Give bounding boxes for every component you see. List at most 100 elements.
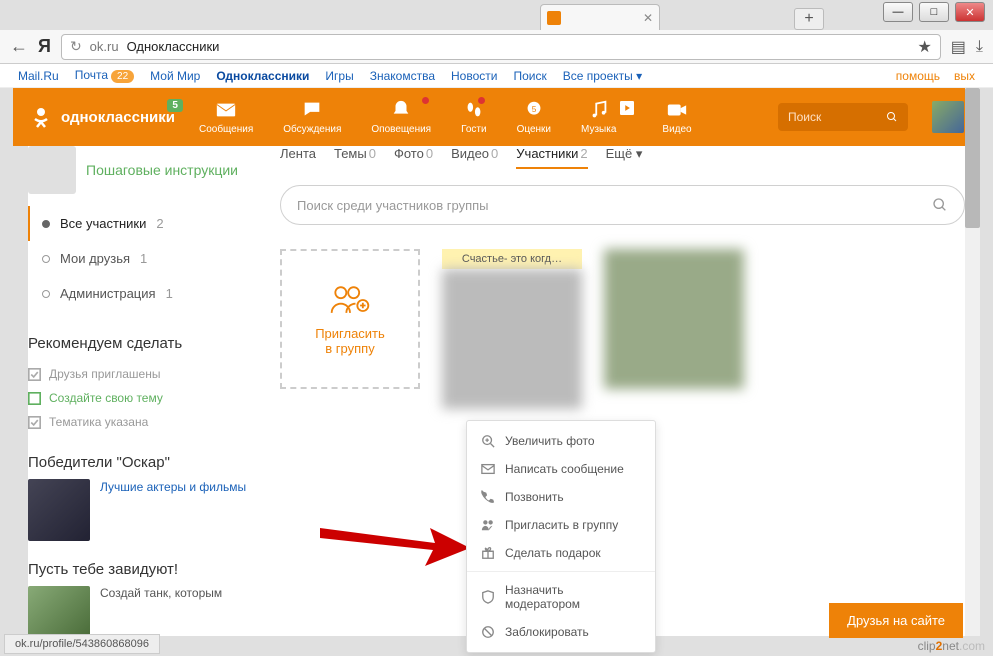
nav-guests[interactable]: Гости [461, 99, 486, 135]
alert-dot-icon [422, 97, 429, 104]
ctx-invite[interactable]: Пригласить в группу [467, 511, 655, 539]
rating-icon: 5 [523, 99, 545, 121]
nav-video[interactable]: Видео [662, 99, 691, 135]
alert-dot-icon [478, 97, 485, 104]
portal-link-games[interactable]: Игры [325, 69, 353, 83]
radio-icon [42, 255, 50, 263]
search-icon[interactable] [932, 197, 948, 213]
portal-link-ok[interactable]: Одноклассники [216, 69, 309, 83]
filter-friends[interactable]: Мои друзья 1 [28, 241, 268, 276]
yandex-logo-icon[interactable]: Я [38, 36, 51, 57]
tab-feed[interactable]: Лента [280, 146, 316, 169]
close-tab-icon[interactable]: ✕ [643, 11, 653, 25]
nav-music[interactable]: Музыка [581, 99, 616, 135]
portal-link-mail[interactable]: Почта22 [75, 68, 134, 83]
header-search-input[interactable] [788, 110, 878, 124]
notification-badge: 5 [167, 99, 183, 112]
radio-icon [42, 220, 50, 228]
invite-card[interactable]: Пригласитьв группу [280, 249, 420, 389]
tab-photos[interactable]: Фото0 [394, 146, 433, 169]
nav-ratings[interactable]: 5 Оценки [517, 99, 551, 135]
browser-tab-bar: ✕ + [0, 2, 993, 30]
site-logo[interactable]: одноклассники 5 [29, 105, 175, 129]
filter-all[interactable]: Все участники 2 [28, 206, 268, 241]
promo-title: Пусть тебе завидуют! [28, 561, 268, 578]
portal-link-news[interactable]: Новости [451, 69, 497, 83]
promo-title: Победители "Оскар" [28, 454, 268, 471]
zoom-icon [481, 434, 495, 448]
logout-link[interactable]: вых [954, 69, 975, 83]
group-header[interactable]: Пошаговые инструкции [28, 146, 268, 194]
member-card[interactable] [604, 249, 744, 409]
back-button[interactable]: ← [10, 36, 28, 57]
url-host: ok.ru [90, 39, 119, 54]
rec-item[interactable]: Тематика указана [28, 410, 268, 434]
group-add-icon [328, 282, 372, 318]
favicon-icon [547, 11, 561, 25]
nav-notifications[interactable]: Оповещения [371, 99, 431, 135]
phone-icon [481, 490, 495, 504]
filter-admins[interactable]: Администрация 1 [28, 276, 268, 311]
tab-topics[interactable]: Темы0 [334, 146, 376, 169]
main-nav: Сообщения Обсуждения Оповещения Гости 5 … [199, 99, 692, 135]
search-icon[interactable] [886, 110, 898, 124]
video-icon [666, 99, 688, 121]
tab-videos[interactable]: Видео0 [451, 146, 498, 169]
block-icon [481, 625, 495, 639]
friends-online-button[interactable]: Друзья на сайте [829, 603, 963, 638]
help-link[interactable]: помощь [896, 69, 940, 83]
filter-list: Все участники 2 Мои друзья 1 Администрац… [28, 206, 268, 311]
portal-link-dating[interactable]: Знакомства [370, 69, 435, 83]
annotation-arrow-icon [315, 508, 475, 568]
scrollbar-thumb[interactable] [965, 88, 980, 228]
svg-text:5: 5 [532, 105, 537, 114]
member-status-label: Счастье- это когд… [442, 249, 582, 269]
section-tabs: Лента Темы0 Фото0 Видео0 Участники2 Ещё … [280, 146, 965, 169]
tab-members[interactable]: Участники2 [516, 146, 587, 169]
group-avatar [28, 146, 76, 194]
context-menu: Увеличить фото Написать сообщение Позвон… [466, 420, 656, 653]
status-bar: ok.ru/profile/543860868096 [4, 634, 160, 654]
nav-messages[interactable]: Сообщения [199, 99, 253, 135]
new-tab-button[interactable]: + [794, 8, 824, 30]
checkbox-icon [28, 392, 41, 405]
reload-icon[interactable]: ↻ [70, 38, 82, 55]
url-field[interactable]: ↻ ok.ru Одноклассники ★ [61, 34, 941, 60]
ctx-moderator[interactable]: Назначить модератором [467, 576, 655, 618]
ctx-zoom-photo[interactable]: Увеличить фото [467, 427, 655, 455]
promo-block[interactable]: Лучшие актеры и фильмы [28, 479, 268, 541]
ctx-call[interactable]: Позвонить [467, 483, 655, 511]
scrollbar[interactable] [965, 88, 980, 636]
tab-more[interactable]: Ещё ▾ [606, 146, 643, 169]
ctx-message[interactable]: Написать сообщение [467, 455, 655, 483]
user-avatar[interactable] [932, 101, 964, 133]
recommendations-title: Рекомендуем сделать [28, 335, 268, 352]
portal-link-mailru[interactable]: Mail.Ru [18, 69, 59, 83]
member-search[interactable] [280, 185, 965, 225]
download-icon[interactable]: ⤓ [976, 38, 983, 56]
member-search-input[interactable] [297, 198, 932, 213]
portal-link-projects[interactable]: Все проекты ▾ [563, 69, 642, 83]
portal-bar: Mail.Ru Почта22 Мой Мир Одноклассники Иг… [0, 64, 993, 88]
nav-discussions[interactable]: Обсуждения [283, 99, 341, 135]
music-icon [588, 99, 610, 121]
ctx-block[interactable]: Заблокировать [467, 618, 655, 646]
play-icon [620, 101, 634, 115]
browser-tab[interactable]: ✕ [540, 4, 660, 30]
portal-link-moimir[interactable]: Мой Мир [150, 69, 200, 83]
rec-item[interactable]: Друзья приглашены [28, 362, 268, 386]
mail-badge: 22 [111, 70, 134, 83]
envelope-icon [215, 99, 237, 121]
shield-icon [481, 590, 495, 604]
header-search[interactable] [778, 103, 908, 131]
feed-icon[interactable]: ▤ [951, 37, 966, 57]
member-card[interactable]: Счастье- это когд… [442, 249, 582, 409]
ctx-gift[interactable]: Сделать подарок [467, 539, 655, 567]
rec-item[interactable]: Создайте свою тему [28, 386, 268, 410]
promo-text: Создай танк, которым [100, 586, 222, 602]
promo-text: Лучшие актеры и фильмы [100, 479, 246, 496]
portal-link-search[interactable]: Поиск [513, 69, 546, 83]
bookmark-icon[interactable]: ★ [917, 37, 931, 57]
ok-logo-icon [29, 105, 53, 129]
member-cards: Пригласитьв группу Счастье- это когд… [280, 249, 965, 409]
